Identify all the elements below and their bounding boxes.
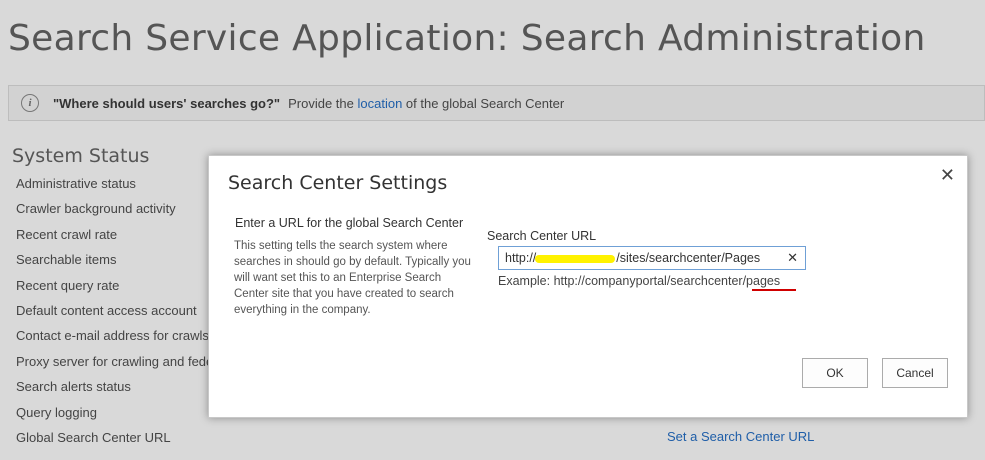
location-link[interactable]: location [357,96,402,111]
status-item-administrative-status: Administrative status [16,176,136,191]
url-value-end: /sites/searchcenter/Pages [616,251,761,265]
example-url-text: Example: http://companyportal/searchcent… [498,274,781,288]
system-status-list: Administrative status Crawler background… [16,174,213,453]
status-item-contact-email: Contact e-mail address for crawls [16,328,209,344]
info-icon: i [21,94,39,112]
banner-text-after: of the global Search Center [405,95,565,111]
search-center-url-label: Search Center URL [487,229,597,243]
status-item-query-logging: Query logging [16,404,97,420]
section-title: Enter a URL for the global Search Center [235,216,464,230]
search-center-settings-dialog: Search Center Settings ✕ Enter a URL for… [208,155,968,418]
status-item-default-content-access-account: Default content access account [16,302,197,318]
ok-button[interactable]: OK [802,358,868,388]
info-banner: i "Where should users' searches go?" Pro… [8,85,985,121]
search-center-url-input[interactable]: http:// /sites/searchcenter/Pages ✕ [498,246,806,270]
banner-question: "Where should users' searches go?" [53,95,281,111]
status-item-recent-crawl-rate: Recent crawl rate [16,226,118,242]
page-title: Search Service Application: Search Admin… [8,18,926,59]
system-status-heading: System Status [12,145,150,167]
banner-text-before: Provide the [288,95,354,111]
set-search-center-url-link[interactable]: Set a Search Center URL [667,429,814,444]
cancel-button[interactable]: Cancel [882,358,948,388]
status-item-recent-query-rate: Recent query rate [16,277,120,293]
status-item-search-alerts-status: Search alerts status [16,379,131,395]
clear-icon[interactable]: ✕ [787,250,798,266]
status-item-proxy-server: Proxy server for crawling and fede [16,353,214,369]
status-item-searchable-items: Searchable items [16,252,117,268]
red-underline-annotation [752,289,796,291]
section-description: This setting tells the search system whe… [234,240,471,316]
url-value-start: http:// [505,251,537,265]
dialog-title: Search Center Settings [228,172,448,194]
close-icon[interactable]: ✕ [940,166,955,184]
redaction-highlight [535,255,615,263]
status-item-global-search-center-url: Global Search Center URL [16,429,171,445]
status-item-crawler-background-activity: Crawler background activity [16,201,176,217]
